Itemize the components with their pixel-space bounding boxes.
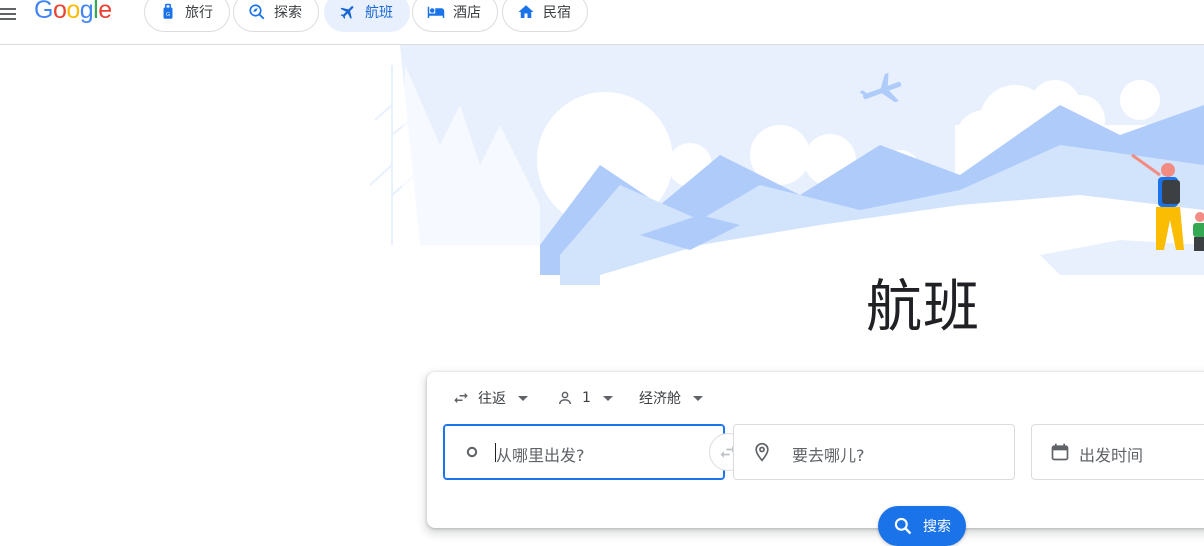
origin-placeholder: 从哪里出发? <box>496 446 585 465</box>
departure-placeholder: 出发时间 <box>1079 446 1144 465</box>
destination-input[interactable]: 要去哪儿? <box>733 424 1015 480</box>
tab-explore-label: 探索 <box>274 5 302 21</box>
departure-date-input[interactable]: 出发时间 <box>1031 424 1204 480</box>
google-logo[interactable]: Google <box>34 0 112 25</box>
hero-illustration <box>0 45 1204 285</box>
location-pin-icon <box>755 442 769 462</box>
tab-hotels[interactable]: 酒店 <box>412 0 498 32</box>
swap-arrows-icon <box>454 392 468 404</box>
trip-type-dropdown[interactable]: 往返 <box>452 386 528 410</box>
calendar-icon <box>1051 443 1069 461</box>
tab-vacation-rentals-label: 民宿 <box>543 5 571 21</box>
top-bar: Google G 旅行 探索 航班 酒店 民宿 <box>0 0 1204 45</box>
explore-icon <box>249 4 265 20</box>
chevron-down-icon <box>518 395 528 401</box>
tab-travel[interactable]: G 旅行 <box>144 0 230 32</box>
chevron-down-icon <box>693 395 703 401</box>
passengers-count: 1 <box>582 390 591 406</box>
hamburger-menu-icon[interactable] <box>0 5 20 21</box>
search-button[interactable]: 搜索 <box>878 506 966 546</box>
luggage-icon: G <box>163 3 173 19</box>
tab-hotels-label: 酒店 <box>453 5 481 21</box>
destination-placeholder: 要去哪儿? <box>792 446 865 465</box>
tab-flights[interactable]: 航班 <box>324 0 410 32</box>
home-icon <box>518 5 534 18</box>
tab-explore[interactable]: 探索 <box>233 0 319 32</box>
chevron-down-icon <box>602 395 613 401</box>
tab-travel-label: 旅行 <box>185 5 213 21</box>
mountain-landscape-illustration <box>369 45 1204 285</box>
cabin-class-dropdown[interactable]: 经济舱 <box>639 386 703 410</box>
flight-icon <box>340 6 354 19</box>
cabin-class-label: 经济舱 <box>639 391 681 407</box>
search-button-label: 搜索 <box>923 519 951 535</box>
origin-input[interactable]: 从哪里出发? <box>443 424 725 480</box>
tab-flights-label: 航班 <box>365 5 393 21</box>
person-icon <box>559 391 571 405</box>
trip-type-label: 往返 <box>478 391 506 407</box>
hotel-bed-icon <box>427 6 445 18</box>
passengers-dropdown[interactable]: 1 <box>556 386 613 410</box>
tab-vacation-rentals[interactable]: 民宿 <box>502 0 588 32</box>
svg-text:G: G <box>166 12 170 18</box>
page-title: 航班 <box>866 275 980 340</box>
origin-circle-icon <box>466 446 478 458</box>
flight-search-card: 往返 1 经济舱 从哪里出发? 要去哪儿? 出发时间 <box>427 372 1204 528</box>
search-icon <box>894 517 912 535</box>
